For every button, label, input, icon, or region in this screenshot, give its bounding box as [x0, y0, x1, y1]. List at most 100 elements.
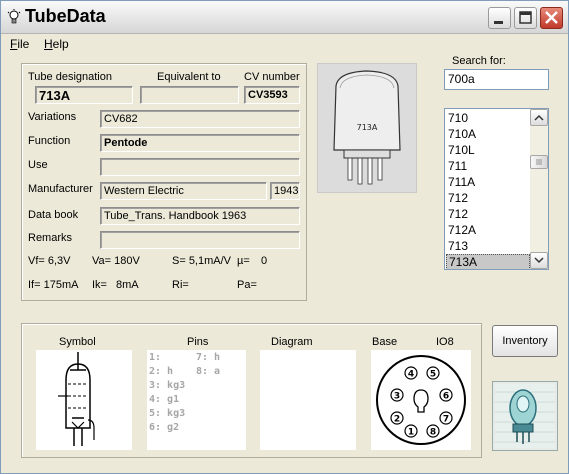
pin-4: 4: g1 — [149, 394, 180, 405]
databook-field[interactable]: Tube_Trans. Handbook 1963 — [100, 207, 300, 225]
vertical-scrollbar[interactable] — [530, 109, 548, 269]
base-pin-number: 6 — [443, 392, 449, 402]
year-field[interactable]: 1943 — [270, 182, 300, 200]
tube-image: 713A — [317, 63, 417, 193]
mu-value: 0 — [261, 255, 268, 267]
remarks-field[interactable] — [100, 231, 300, 249]
base-pin-number: 5 — [430, 370, 436, 380]
search-label: Search for: — [452, 55, 506, 67]
base-pin-number: 7 — [443, 415, 449, 425]
pin-8: 8: a — [196, 366, 221, 377]
list-item[interactable]: 712A — [446, 222, 530, 238]
maximize-button[interactable] — [514, 7, 537, 29]
close-button[interactable] — [540, 7, 563, 29]
tube-listbox[interactable]: 710 710A 710L 711 711A 712 712 712A 713 713A — [444, 108, 549, 270]
cv-number-field[interactable]: CV3593 — [244, 86, 300, 104]
list-item[interactable]: 713A — [446, 254, 530, 269]
variations-label: Variations — [28, 111, 77, 123]
scroll-down-button[interactable] — [530, 252, 548, 269]
base-pin-number: 3 — [394, 392, 400, 402]
grip-icon — [536, 159, 542, 165]
base-pin-number: 4 — [408, 370, 414, 380]
chevron-up-icon — [534, 114, 544, 121]
menu-help[interactable]: Help — [44, 37, 69, 51]
scroll-up-button[interactable] — [530, 109, 548, 126]
base-header: Base — [372, 336, 398, 348]
ri-label: Ri= — [172, 279, 189, 291]
pin-1: 1: — [149, 352, 162, 363]
function-label: Function — [28, 135, 71, 147]
symbol-header: Symbol — [59, 336, 96, 348]
pins-header: Pins — [187, 336, 209, 348]
manufacturer-label: Manufacturer — [28, 183, 93, 195]
designation-field[interactable]: 713A — [35, 86, 133, 104]
pa-label: Pa= — [237, 279, 257, 291]
menu-help-label: elp — [52, 37, 69, 51]
equivalent-field[interactable] — [140, 86, 239, 104]
tube-logo-icon — [495, 384, 555, 448]
title-bar[interactable]: TubeData — [1, 1, 568, 34]
list-item[interactable]: 711A — [446, 174, 530, 190]
remarks-label: Remarks — [28, 232, 73, 244]
list-item[interactable]: 710A — [446, 126, 530, 142]
cv-number-header: CV number — [244, 71, 300, 83]
base-diagram: 12 3 4 5 6 78 — [376, 355, 466, 445]
scroll-thumb[interactable] — [530, 155, 548, 169]
tube-list: 710 710A 710L 711 711A 712 712 712A 713 713A — [446, 110, 530, 269]
list-item[interactable]: 711 — [446, 158, 530, 174]
close-icon — [545, 11, 558, 24]
designation-header: Tube designation — [28, 71, 112, 83]
list-item[interactable]: 713 — [446, 238, 530, 254]
menu-file[interactable]: File — [10, 37, 29, 51]
minimize-icon — [494, 21, 503, 24]
function-field[interactable]: Pentode — [100, 134, 300, 152]
base-pin-group: 12 3 4 5 6 78 — [390, 366, 453, 438]
base-pin-number: 2 — [394, 415, 400, 425]
base-pin-number: 1 — [408, 428, 414, 438]
tube-info-panel: Tube designation Equivalent to CV number… — [21, 63, 307, 301]
ik-value: 8mA — [116, 279, 139, 291]
app-window: TubeData File Help Tube designation Equi… — [0, 0, 569, 474]
list-item[interactable]: 712 — [446, 206, 530, 222]
base-box: 12 3 4 5 6 78 — [371, 350, 471, 450]
pin-6: 6: g2 — [149, 422, 180, 433]
manufacturer-field[interactable]: Western Electric — [100, 182, 267, 200]
menu-file-label: ile — [17, 37, 30, 51]
diagram-box — [260, 350, 356, 450]
use-field[interactable] — [100, 158, 300, 176]
tube-image-label: 713A — [357, 123, 378, 132]
tube-drawing: 713A — [333, 70, 401, 185]
chevron-down-icon — [534, 257, 544, 264]
s-value: S= 5,1mA/V — [172, 255, 232, 267]
mu-label: µ= — [237, 255, 250, 267]
ik-label: Ik= — [92, 279, 107, 291]
pin-7: 7: h — [196, 352, 221, 363]
list-item[interactable]: 710L — [446, 142, 530, 158]
databook-label: Data book — [28, 209, 79, 221]
va-value: Va= 180V — [92, 255, 140, 267]
base-type: IO8 — [436, 336, 454, 348]
pins-box: 1: 2: h 3: kg3 4: g1 5: kg3 6: g2 7: h 8… — [147, 350, 246, 450]
list-item[interactable]: 710 — [446, 110, 530, 126]
search-input[interactable]: 700a — [444, 69, 549, 90]
if-value: If= 175mA — [28, 279, 79, 291]
vf-value: Vf= 6,3V — [28, 255, 71, 267]
lightbulb-icon — [7, 9, 21, 24]
pin-5: 5: kg3 — [149, 408, 186, 419]
inventory-button[interactable]: Inventory — [492, 325, 558, 357]
use-label: Use — [28, 159, 48, 171]
list-item[interactable]: 712 — [446, 190, 530, 206]
diagram-header: Diagram — [271, 336, 313, 348]
pin-2: 2: h — [149, 366, 174, 377]
symbol-box — [36, 350, 132, 450]
minimize-button[interactable] — [488, 7, 511, 29]
menu-bar: File Help — [1, 34, 568, 54]
variations-field[interactable]: CV682 — [100, 110, 300, 128]
window-title: TubeData — [25, 6, 106, 26]
menu-help-mnemonic: H — [44, 37, 53, 51]
maximize-icon — [519, 11, 532, 24]
base-pin-number: 8 — [430, 428, 436, 438]
equivalent-header: Equivalent to — [157, 71, 221, 83]
pentode-symbol — [58, 352, 95, 446]
pin-3: 3: kg3 — [149, 380, 186, 391]
